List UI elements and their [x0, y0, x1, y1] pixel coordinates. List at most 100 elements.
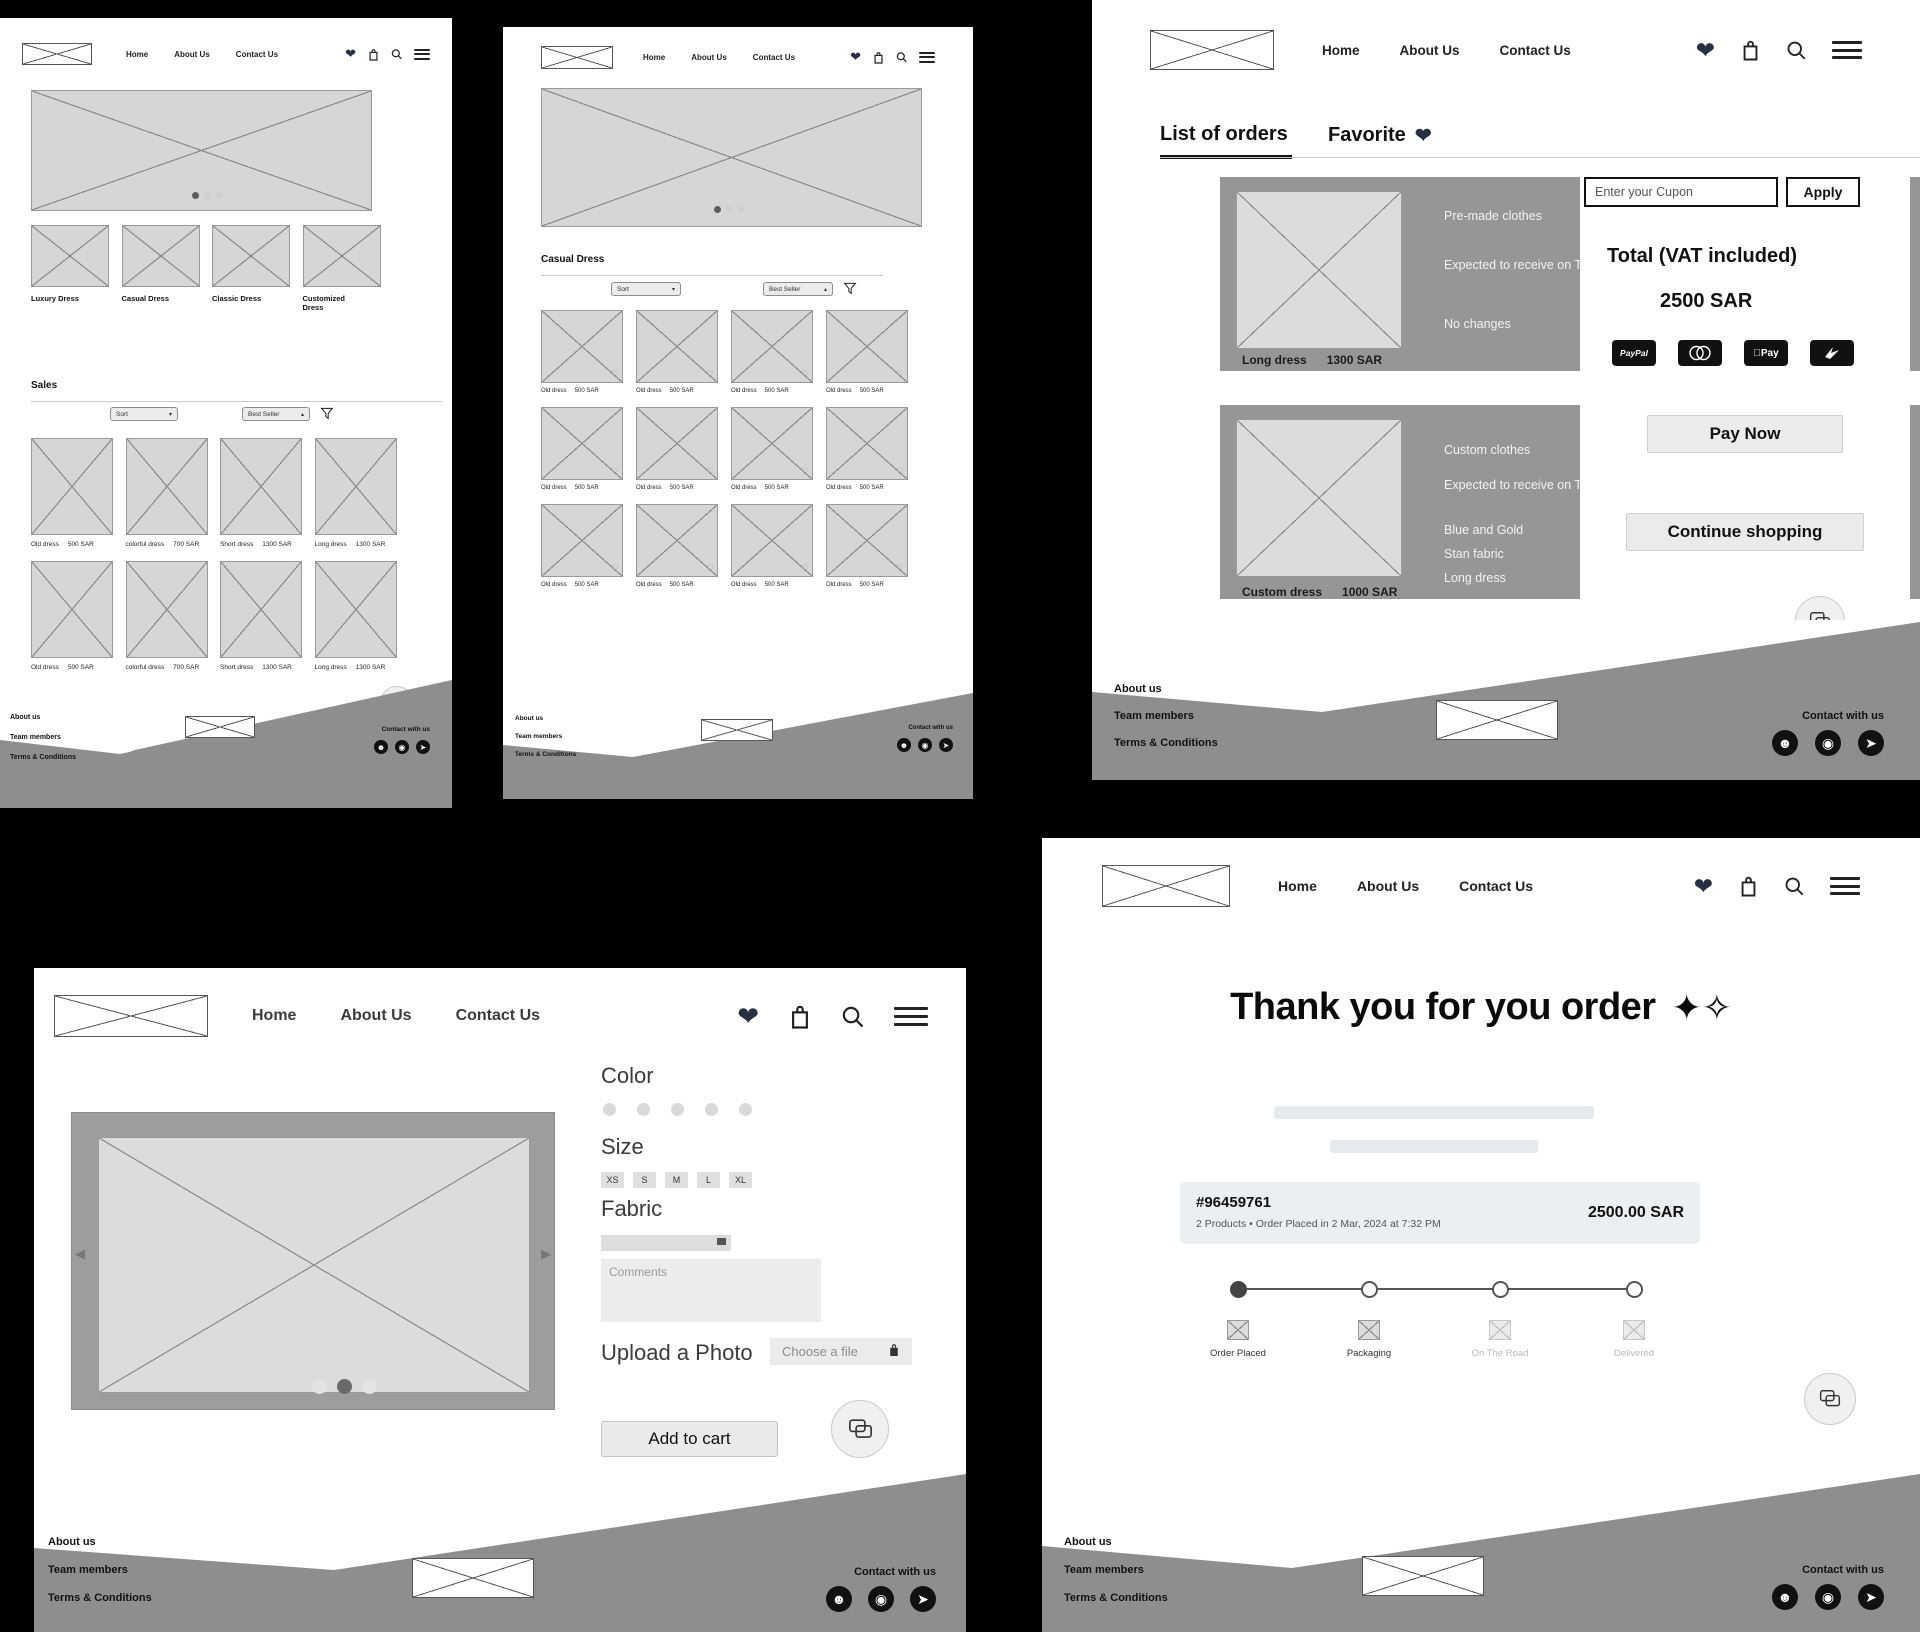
footer-link[interactable]: Team members [1064, 1564, 1144, 1576]
product-card[interactable]: Long dress 1300 SAR [314, 438, 397, 548]
product-card[interactable]: Short dress 1300 SAR [220, 438, 302, 548]
bestseller-select[interactable]: Best Seller ▴ [763, 282, 833, 296]
product-card[interactable]: colorful dress 700 SAR [125, 560, 208, 671]
menu-icon[interactable] [919, 49, 935, 65]
footer-link[interactable]: About us [48, 1536, 96, 1548]
gallery-prev-icon[interactable]: ◀ [75, 1246, 85, 1262]
nav-link-home[interactable]: Home [1322, 43, 1360, 58]
carousel-dot[interactable] [192, 192, 199, 199]
footer-link[interactable]: Team members [48, 1564, 128, 1576]
choose-file-button[interactable]: Choose a file [770, 1338, 912, 1365]
bestseller-select[interactable]: Best Seller ▴ [242, 407, 310, 421]
heart-icon[interactable]: ❤ [345, 46, 356, 62]
instagram-icon[interactable]: ◉ [1815, 1584, 1841, 1610]
product-card[interactable]: ♡ Old dress 500 SAR [731, 310, 813, 394]
color-swatch[interactable] [671, 1103, 684, 1116]
tracker-node[interactable] [1626, 1281, 1643, 1298]
gallery-dot[interactable] [312, 1379, 327, 1394]
nav-link-about[interactable]: About Us [1357, 878, 1419, 894]
menu-icon[interactable] [414, 46, 430, 62]
footer-link[interactable]: About us [1114, 683, 1162, 695]
menu-icon[interactable] [894, 1002, 928, 1031]
heart-icon[interactable]: ♡ [896, 466, 904, 477]
product-card[interactable]: ♡ Old dress 500 SAR [636, 310, 718, 394]
heart-icon[interactable]: ♡ [611, 563, 619, 574]
heart-icon[interactable]: ♡ [706, 369, 714, 380]
footer-link[interactable]: Terms & Conditions [1064, 1592, 1168, 1604]
bag-icon[interactable] [368, 48, 379, 61]
footer-link[interactable]: Terms & Conditions [515, 751, 576, 758]
twitter-icon[interactable]: ➤ [1858, 730, 1884, 756]
twitter-icon[interactable]: ➤ [939, 738, 953, 752]
comments-textarea[interactable]: Comments [601, 1259, 821, 1322]
bag-icon[interactable] [1741, 39, 1760, 61]
twitter-icon[interactable]: ➤ [910, 1586, 936, 1612]
nav-link-contact[interactable]: Contact Us [236, 50, 278, 59]
snapchat-icon[interactable]: ☻ [1772, 730, 1798, 756]
snapchat-icon[interactable]: ☻ [897, 738, 911, 752]
size-option[interactable]: S [633, 1172, 656, 1188]
footer-link[interactable]: About us [515, 715, 543, 722]
heart-icon[interactable]: ♡ [706, 563, 714, 574]
twitter-icon[interactable]: ➤ [416, 740, 430, 754]
menu-icon[interactable] [1832, 37, 1862, 64]
sort-select[interactable]: Sort ▾ [110, 407, 178, 421]
tracker-node[interactable] [1230, 1281, 1247, 1298]
chat-button[interactable] [1804, 1373, 1856, 1425]
heart-icon[interactable]: ♡ [611, 369, 619, 380]
footer-link[interactable]: Terms & Conditions [48, 1592, 152, 1604]
product-card[interactable]: ♡ Old dress 500 SAR [541, 407, 623, 491]
product-card[interactable]: ♡ Old dress 500 SAR [636, 504, 718, 588]
gallery-dots[interactable] [312, 1379, 377, 1394]
color-swatch[interactable] [705, 1103, 718, 1116]
footer-link[interactable]: About us [10, 714, 40, 721]
product-card[interactable]: ♡ Old dress 500 SAR [541, 504, 623, 588]
gallery-dot[interactable] [337, 1379, 352, 1394]
heart-icon[interactable]: ♡ [801, 466, 809, 477]
size-option[interactable]: M [665, 1172, 688, 1188]
color-swatch[interactable] [739, 1103, 752, 1116]
nav-link-home[interactable]: Home [252, 1007, 296, 1025]
logo-placeholder[interactable] [1150, 30, 1274, 70]
heart-icon[interactable]: ❤ [850, 49, 861, 65]
product-card[interactable]: colorful dress 700 SAR [125, 438, 208, 548]
add-to-cart-button[interactable]: Add to cart [601, 1421, 778, 1457]
snapchat-icon[interactable]: ☻ [1772, 1584, 1798, 1610]
footer-link[interactable]: Team members [1114, 710, 1194, 722]
heart-icon[interactable]: ♡ [801, 563, 809, 574]
nav-link-home[interactable]: Home [643, 53, 665, 62]
snapchat-icon[interactable]: ☻ [374, 740, 388, 754]
footer-link[interactable]: Terms & Conditions [1114, 737, 1218, 749]
logo-placeholder[interactable] [22, 43, 92, 65]
gallery-dot[interactable] [362, 1379, 377, 1394]
sort-select[interactable]: Sort ▾ [611, 282, 681, 296]
heart-icon[interactable]: ❤ [1696, 37, 1715, 64]
stc-pay-logo[interactable] [1810, 340, 1854, 366]
search-icon[interactable] [841, 1005, 864, 1028]
heart-icon[interactable]: ❤ [737, 1001, 759, 1032]
nav-link-about[interactable]: About Us [174, 50, 210, 59]
search-icon[interactable] [1786, 40, 1806, 60]
product-card[interactable]: Long dress 1300 SAR [314, 560, 397, 671]
chat-button[interactable] [831, 1400, 889, 1458]
logo-placeholder[interactable] [1102, 865, 1230, 907]
product-card[interactable]: ♡ Old dress 500 SAR [731, 407, 813, 491]
category-card[interactable]: Casual Dress [121, 225, 200, 313]
search-icon[interactable] [391, 48, 402, 60]
heart-icon[interactable]: ♡ [801, 369, 809, 380]
size-option[interactable]: XL [729, 1172, 752, 1188]
product-card[interactable]: ♡ Old dress 500 SAR [541, 310, 623, 394]
nav-link-about[interactable]: About Us [1400, 43, 1460, 58]
logo-placeholder[interactable] [541, 45, 613, 69]
nav-link-about[interactable]: About Us [691, 53, 727, 62]
paypal-logo[interactable]: PayPal [1612, 340, 1656, 366]
footer-link[interactable]: Team members [515, 733, 562, 740]
product-card[interactable]: Short dress 1300 SAR [220, 560, 302, 671]
nav-link-home[interactable]: Home [126, 50, 148, 59]
heart-icon[interactable]: ♡ [896, 369, 904, 380]
heart-icon[interactable]: ♡ [611, 466, 619, 477]
logo-placeholder[interactable] [54, 995, 208, 1037]
fabric-select[interactable] [601, 1235, 731, 1251]
carousel-dot[interactable] [204, 192, 211, 199]
product-gallery[interactable]: ◀ ▶ [71, 1112, 555, 1410]
